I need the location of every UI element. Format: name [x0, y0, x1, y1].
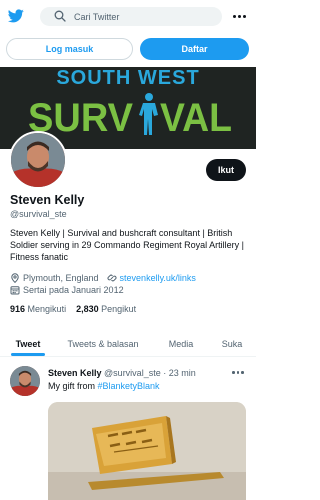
more-horizontal-icon[interactable] [231, 9, 247, 23]
tweet-time[interactable]: 23 min [169, 368, 196, 378]
login-button[interactable]: Log masuk [6, 38, 133, 60]
profile-website-link[interactable]: stevenkelly.uk/links [120, 273, 196, 283]
tweet-separator: · [163, 368, 167, 378]
banner-line1: SOUTH WEST [56, 67, 199, 89]
tab-likes[interactable]: Suka [212, 330, 252, 357]
calendar-icon [10, 286, 20, 295]
profile-joined: Sertai pada Januari 2012 [23, 285, 124, 295]
location-icon [11, 273, 19, 283]
search-icon [54, 10, 66, 22]
profile-location: Plymouth, England [23, 273, 99, 283]
tweet-text: My gift from #BlanketyBlank [48, 381, 160, 391]
tweet-hashtag[interactable]: #BlanketyBlank [98, 381, 160, 391]
profile-tabs: Tweet Tweets & balasan Media Suka [0, 330, 256, 357]
profile-avatar[interactable] [9, 131, 67, 189]
link-icon [107, 274, 117, 282]
tab-media[interactable]: Media [150, 330, 212, 357]
profile-joined-row: Sertai pada Januari 2012 [10, 285, 124, 295]
search-box[interactable] [40, 7, 222, 26]
tweet-header: Steven Kelly @survival_ste · 23 min [48, 368, 196, 378]
search-input[interactable] [74, 7, 214, 26]
tweet-avatar[interactable] [10, 366, 40, 396]
profile-meta-row: Plymouth, England stevenkelly.uk/links [10, 273, 196, 283]
tab-tweets-replies[interactable]: Tweets & balasan [56, 330, 150, 357]
tweet-handle[interactable]: @survival_ste [104, 368, 161, 378]
profile-handle: @survival_ste [10, 209, 67, 219]
followers-link[interactable]: 2,830 Pengikut [76, 304, 136, 314]
active-tab-indicator [11, 353, 45, 356]
tweet-more-icon[interactable] [232, 371, 244, 374]
following-link[interactable]: 916 Mengikuti [10, 304, 66, 314]
follow-counts: 916 Mengikuti 2,830 Pengikut [10, 304, 136, 314]
tweet-author[interactable]: Steven Kelly [48, 368, 102, 378]
signup-button[interactable]: Daftar [140, 38, 249, 60]
profile-bio: Steven Kelly | Survival and bushcraft co… [10, 228, 244, 262]
follow-button[interactable]: Ikut [206, 159, 246, 181]
tweet-media-image[interactable] [48, 402, 246, 500]
banner-line2b: VAL [160, 96, 232, 140]
twitter-bird-icon[interactable] [8, 9, 24, 23]
top-bar [0, 0, 256, 34]
profile-name: Steven Kelly [10, 193, 85, 207]
